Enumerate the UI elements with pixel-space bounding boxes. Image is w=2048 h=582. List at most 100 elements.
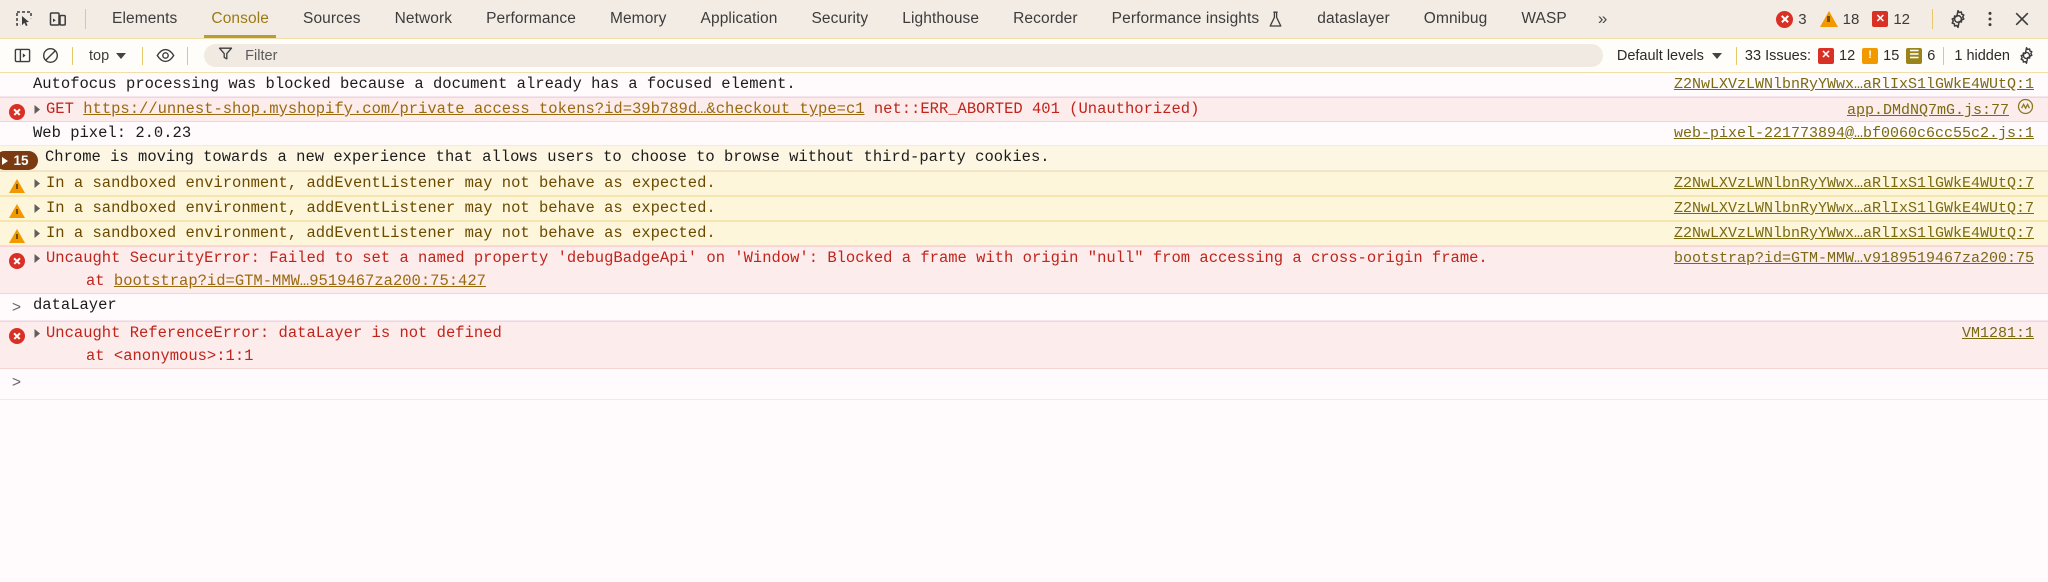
close-icon[interactable] <box>2006 4 2038 34</box>
tab-performance[interactable]: Performance <box>469 0 593 38</box>
expand-arrow-icon[interactable] <box>33 197 46 214</box>
expand-arrow-icon[interactable] <box>33 172 46 189</box>
console-input-echo-row[interactable]: > dataLayer <box>0 294 2048 321</box>
issue-warning-count: 15 <box>1883 47 1900 64</box>
message-gutter <box>0 73 33 76</box>
live-expression-eye-icon[interactable] <box>151 43 179 69</box>
warning-counter[interactable]: 18 <box>1819 11 1859 28</box>
issues-summary[interactable]: 33 Issues: ✕ 12 ! 15 ☰ 6 <box>1745 47 1935 64</box>
prompt-caret-icon: > <box>11 374 22 392</box>
error-circle-icon <box>8 328 25 344</box>
message-gutter <box>0 322 33 344</box>
gear-icon[interactable] <box>1942 4 1974 34</box>
error-circle-icon <box>8 104 25 120</box>
tab-label: Console <box>211 10 269 27</box>
console-sidebar-icon[interactable] <box>8 43 36 69</box>
warning-triangle-icon <box>8 204 25 218</box>
issues-counter[interactable]: ✕ 12 <box>1872 11 1910 28</box>
message-source-link[interactable]: bootstrap?id=GTM-MMW…v9189519467za200:75 <box>1674 247 2034 270</box>
tab-application[interactable]: Application <box>684 0 795 38</box>
source-link-label: app.DMdNQ7mG.js:77 <box>1846 102 2009 119</box>
source-link-label: Z2NwLXVzLWNlbnRyYWwx…aRlIxS1lGWkE4WUtQ:7 <box>1673 225 2034 242</box>
console-message-row[interactable]: In a sandboxed environment, addEventList… <box>0 171 2048 196</box>
console-message-row[interactable]: In a sandboxed environment, addEventList… <box>0 221 2048 246</box>
tab-label: Sources <box>303 10 361 27</box>
tab-console[interactable]: Console <box>194 0 286 38</box>
log-levels-selector[interactable]: Default levels <box>1611 45 1728 67</box>
open-in-network-panel-icon[interactable] <box>2017 98 2034 123</box>
message-source-link[interactable]: Z2NwLXVzLWNlbnRyYWwx…aRlIxS1lGWkE4WUtQ:7 <box>1674 222 2034 245</box>
stack-source-link[interactable]: bootstrap?id=GTM-MMW…9519467za200:75:427 <box>114 272 486 290</box>
devtools-tab-bar: Elements Console Sources Network Perform… <box>0 0 2048 39</box>
tab-memory[interactable]: Memory <box>593 0 684 38</box>
log-levels-label: Default levels <box>1616 47 1704 64</box>
tab-wasp[interactable]: WASP <box>1504 0 1583 38</box>
issue-info-icon: ☰ <box>1906 47 1923 64</box>
tab-lighthouse[interactable]: Lighthouse <box>885 0 996 38</box>
tab-performance-insights[interactable]: Performance insights <box>1095 0 1301 38</box>
console-message-row[interactable]: Autofocus processing was blocked because… <box>0 73 2048 97</box>
console-message-row[interactable]: Uncaught SecurityError: Failed to set a … <box>0 246 2048 294</box>
console-message-row[interactable]: Web pixel: 2.0.23 web-pixel-221773894@…b… <box>0 122 2048 146</box>
request-url-link[interactable]: https://unnest-shop.myshopify.com/privat… <box>83 100 864 118</box>
expand-arrow-icon[interactable] <box>33 222 46 239</box>
search-input[interactable] <box>243 46 1589 65</box>
console-message-row[interactable]: In a sandboxed environment, addEventList… <box>0 196 2048 221</box>
message-gutter <box>0 98 33 120</box>
tab-sources[interactable]: Sources <box>286 0 378 38</box>
issue-info-group: ☰ 6 <box>1906 47 1935 64</box>
kebab-menu-icon[interactable] <box>1974 4 2006 34</box>
filter-funnel-icon <box>218 46 233 66</box>
console-message-row[interactable]: GET https://unnest-shop.myshopify.com/pr… <box>0 97 2048 122</box>
toolbar-divider <box>85 9 86 29</box>
tab-dataslayer[interactable]: dataslayer <box>1300 0 1407 38</box>
message-text: Uncaught ReferenceError: dataLayer is no… <box>46 322 2048 368</box>
message-gutter <box>0 222 33 243</box>
error-message-body: Uncaught SecurityError: Failed to set a … <box>46 249 1488 267</box>
hidden-messages-label[interactable]: 1 hidden <box>1952 48 2012 64</box>
expand-arrow-icon[interactable] <box>33 247 46 264</box>
tab-omnibug[interactable]: Omnibug <box>1407 0 1505 38</box>
warning-triangle-icon <box>1819 11 1838 27</box>
tab-label: Lighthouse <box>902 10 980 27</box>
message-source-link[interactable]: VM1281:1 <box>1962 322 2034 345</box>
issue-error-icon: ✕ <box>1818 47 1834 64</box>
tab-recorder[interactable]: Recorder <box>996 0 1095 38</box>
chevron-down-icon <box>1711 52 1722 59</box>
message-source-link[interactable]: web-pixel-221773894@…bf0060c6cc55c2.js:1 <box>1674 122 2034 145</box>
message-source-link[interactable]: Z2NwLXVzLWNlbnRyYWwx…aRlIxS1lGWkE4WUtQ:7 <box>1674 172 2034 195</box>
message-source-link[interactable]: Z2NwLXVzLWNlbnRyYWwx…aRlIxS1lGWkE4WUtQ:1 <box>1674 73 2034 96</box>
message-group-count-badge[interactable]: 15 <box>0 151 38 170</box>
filter-field[interactable] <box>204 44 1603 67</box>
message-text: GET https://unnest-shop.myshopify.com/pr… <box>46 98 2048 121</box>
execution-context-selector[interactable]: top <box>81 45 134 67</box>
source-link-label: Z2NwLXVzLWNlbnRyYWwx…aRlIxS1lGWkE4WUtQ:7 <box>1673 200 2034 217</box>
tab-security[interactable]: Security <box>794 0 885 38</box>
console-message-row[interactable]: 15 Chrome is moving towards a new experi… <box>0 146 2048 171</box>
console-message-list[interactable]: Autofocus processing was blocked because… <box>0 73 2048 582</box>
console-prompt-row[interactable]: > <box>0 369 2048 400</box>
toolbar-divider <box>72 46 73 65</box>
clear-console-icon[interactable] <box>36 43 64 69</box>
chevron-down-icon <box>116 52 127 59</box>
tab-network[interactable]: Network <box>378 0 470 38</box>
tab-elements[interactable]: Elements <box>95 0 194 38</box>
message-source-link[interactable]: Z2NwLXVzLWNlbnRyYWwx…aRlIxS1lGWkE4WUtQ:7 <box>1674 197 2034 220</box>
tab-label: dataslayer <box>1317 10 1390 27</box>
expand-arrow-icon[interactable] <box>33 98 46 115</box>
tab-bar-right-tools: 3 18 ✕ 12 <box>1772 0 2048 38</box>
device-toolbar-icon[interactable] <box>42 4 74 34</box>
inspect-element-icon[interactable] <box>8 4 40 34</box>
tab-label: Security <box>811 10 869 27</box>
tab-label: Performance <box>486 10 576 27</box>
stack-frame-line: at <anonymous>:1:1 <box>86 347 254 365</box>
console-settings-gear-icon[interactable] <box>2012 43 2040 69</box>
message-source-link[interactable]: app.DMdNQ7mG.js:77 <box>1847 98 2034 123</box>
error-counter[interactable]: 3 <box>1776 10 1807 28</box>
more-tabs-chevron-icon[interactable]: » <box>1584 0 1621 38</box>
tab-label: WASP <box>1521 10 1567 27</box>
console-message-row[interactable]: Uncaught ReferenceError: dataLayer is no… <box>0 321 2048 369</box>
panel-tabs: Elements Console Sources Network Perform… <box>95 0 1621 38</box>
issue-warnings-group: ! 15 <box>1862 47 1900 64</box>
expand-arrow-icon[interactable] <box>33 322 46 339</box>
